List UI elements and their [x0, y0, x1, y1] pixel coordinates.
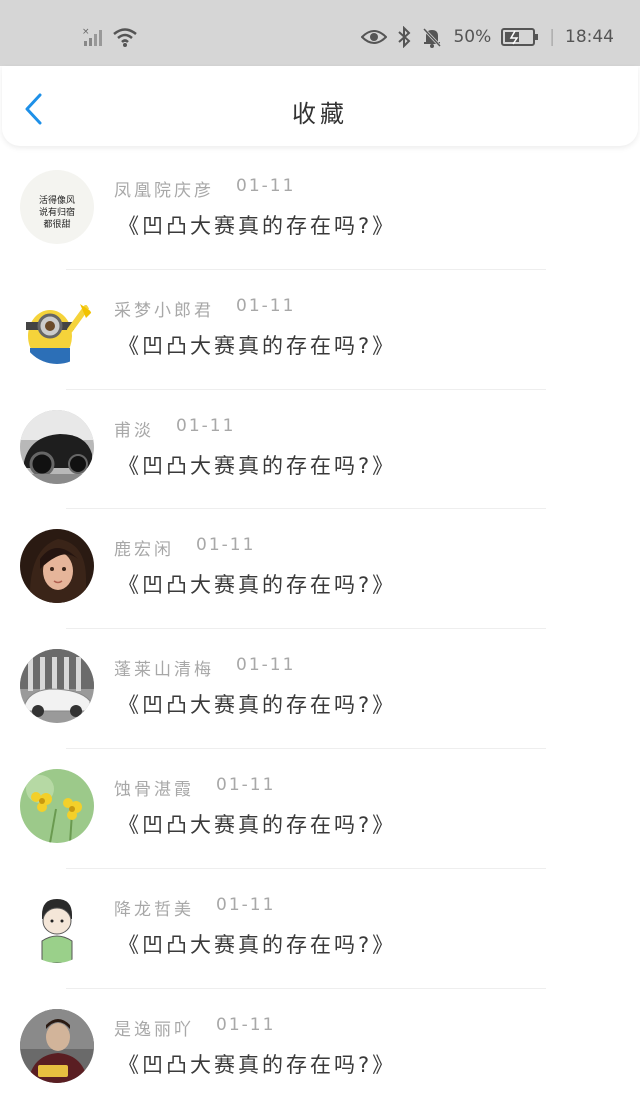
signal-icon: ×: [82, 27, 102, 46]
username[interactable]: 鹿宏闲: [114, 535, 174, 560]
date: 01-11: [216, 894, 276, 915]
username[interactable]: 蓬莱山清梅: [114, 655, 214, 680]
date: 01-11: [196, 535, 256, 556]
favorite-title[interactable]: 《凹凸大赛真的存在吗?》: [118, 689, 396, 719]
nav-header: 收藏: [2, 66, 638, 146]
avatar[interactable]: [20, 529, 94, 604]
username[interactable]: 降龙哲美: [114, 895, 194, 920]
list-item[interactable]: 是逸丽吖 01-11 《凹凸大赛真的存在吗?》: [0, 989, 640, 1108]
eye-icon: [361, 30, 388, 44]
svg-text:说有归宿: 说有归宿: [39, 206, 75, 218]
bluetooth-icon: [398, 26, 411, 48]
mute-bell-icon: [423, 27, 442, 48]
avatar[interactable]: [20, 768, 94, 843]
avatar[interactable]: [20, 289, 94, 364]
username[interactable]: 甫淡: [114, 416, 154, 441]
favorite-title[interactable]: 《凹凸大赛真的存在吗?》: [118, 929, 396, 959]
list-item[interactable]: 活得像风 说有归宿 都很甜 凤凰院庆彦 01-11 《凹凸大赛真的存在吗?》: [0, 150, 640, 270]
battery-percent: 50%: [453, 27, 492, 47]
date: 01-11: [216, 774, 276, 795]
svg-text:×: ×: [82, 27, 90, 37]
avatar[interactable]: [20, 888, 94, 963]
svg-text:活得像风: 活得像风: [39, 194, 75, 206]
date: 01-11: [236, 176, 296, 196]
date: 01-11: [236, 655, 296, 676]
battery-charging-icon: [501, 28, 539, 46]
list-item[interactable]: 鹿宏闲 01-11 《凹凸大赛真的存在吗?》: [0, 509, 640, 630]
list-item[interactable]: 甫淡 01-11 《凹凸大赛真的存在吗?》: [0, 390, 640, 510]
wifi-icon: [113, 28, 137, 47]
favorite-title[interactable]: 《凹凸大赛真的存在吗?》: [118, 450, 396, 480]
username[interactable]: 采梦小郎君: [114, 296, 214, 321]
username[interactable]: 蚀骨湛霞: [114, 775, 194, 800]
avatar[interactable]: [20, 649, 94, 724]
favorite-title[interactable]: 《凹凸大赛真的存在吗?》: [118, 569, 396, 599]
status-bar: × 50% | 18:44: [0, 0, 640, 66]
avatar[interactable]: [20, 1008, 94, 1083]
list-item[interactable]: 蓬莱山清梅 01-11 《凹凸大赛真的存在吗?》: [0, 629, 640, 749]
username[interactable]: 是逸丽吖: [114, 1015, 194, 1040]
favorite-title[interactable]: 《凹凸大赛真的存在吗?》: [118, 210, 396, 240]
clock: 18:44: [565, 27, 614, 47]
favorite-title[interactable]: 《凹凸大赛真的存在吗?》: [118, 1049, 396, 1079]
page-title: 收藏: [292, 100, 348, 128]
favorite-title[interactable]: 《凹凸大赛真的存在吗?》: [118, 330, 396, 360]
date: 01-11: [216, 1014, 276, 1035]
avatar[interactable]: [20, 409, 94, 484]
date: 01-11: [176, 415, 236, 436]
list-item[interactable]: 采梦小郎君 01-11 《凹凸大赛真的存在吗?》: [0, 270, 640, 390]
avatar[interactable]: 活得像风 说有归宿 都很甜: [20, 170, 94, 244]
date: 01-11: [236, 295, 296, 316]
username[interactable]: 凤凰院庆彦: [114, 176, 214, 201]
favorites-list: 活得像风 说有归宿 都很甜 凤凰院庆彦 01-11 《凹凸大赛真的存在吗?》 采…: [0, 150, 640, 1108]
list-item[interactable]: 蚀骨湛霞 01-11 《凹凸大赛真的存在吗?》: [0, 749, 640, 869]
favorite-title[interactable]: 《凹凸大赛真的存在吗?》: [118, 809, 396, 839]
svg-text:都很甜: 都很甜: [43, 218, 70, 230]
list-item[interactable]: 降龙哲美 01-11 《凹凸大赛真的存在吗?》: [0, 869, 640, 989]
